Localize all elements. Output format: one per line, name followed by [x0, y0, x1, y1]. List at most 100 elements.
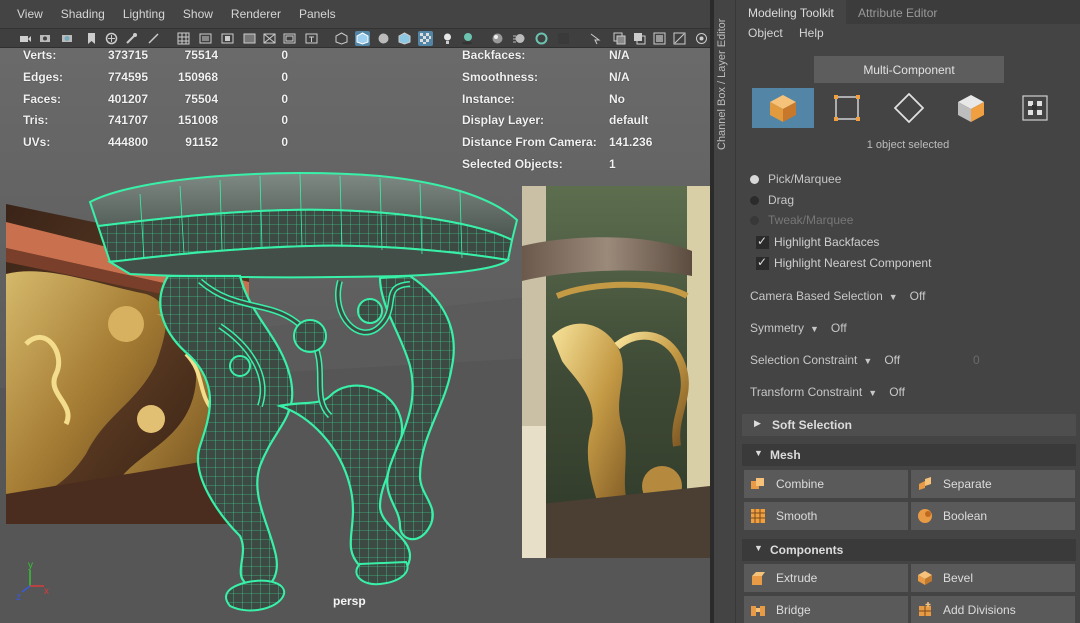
smooth-button[interactable]: Smooth [744, 502, 908, 530]
smooth-shade-icon[interactable] [355, 31, 370, 46]
channel-box-tab-label[interactable]: Channel Box / Layer Editor [716, 19, 728, 150]
extrude-button[interactable]: Extrude [744, 564, 908, 592]
channel-box-strip[interactable]: Channel Box / Layer Editor [714, 0, 736, 623]
film-gate-icon[interactable] [198, 31, 213, 46]
image-plane-icon[interactable] [104, 31, 119, 46]
section-components[interactable]: ▼ Components [742, 539, 1076, 561]
tool-label: Bevel [943, 571, 974, 585]
separate-button[interactable]: Separate [911, 470, 1075, 498]
depth-of-field-icon[interactable] [556, 31, 571, 46]
textured-icon[interactable] [418, 31, 433, 46]
modeling-toolkit-panel: Modeling Toolkit Attribute Editor Object… [736, 0, 1080, 623]
perspective-viewport[interactable]: Verts: Edges: Faces: Tris: UVs: 373715 7… [0, 48, 710, 623]
section-title: Mesh [770, 448, 801, 462]
isolate-select-icon[interactable] [588, 31, 603, 46]
vertex-mode-button[interactable] [816, 88, 878, 128]
field-chart-icon[interactable] [262, 31, 277, 46]
menu-lighting[interactable]: Lighting [123, 7, 165, 21]
face-mode-icon [958, 95, 984, 122]
anti-aliasing-icon[interactable] [534, 31, 549, 46]
radio-label: Pick/Marquee [768, 172, 842, 186]
select-camera-icon[interactable] [18, 31, 33, 46]
screen-space-ao-icon[interactable] [490, 31, 505, 46]
camera-attributes-icon[interactable] [38, 31, 53, 46]
menu-show[interactable]: Show [183, 7, 213, 21]
cameras-2d-pan-icon[interactable] [124, 31, 139, 46]
checkbox-label: Highlight Nearest Component [774, 256, 932, 270]
boolean-button[interactable]: Boolean [911, 502, 1075, 530]
resolution-gate-icon[interactable] [220, 31, 235, 46]
tab-modeling-toolkit[interactable]: Modeling Toolkit [736, 0, 846, 24]
xray-joints-icon[interactable] [652, 31, 667, 46]
add-divisions-button[interactable]: Add Divisions [911, 596, 1075, 623]
section-mesh[interactable]: ▼ Mesh [742, 444, 1076, 466]
menu-panels[interactable]: Panels [299, 7, 336, 21]
menu-shading[interactable]: Shading [61, 7, 105, 21]
menu-help[interactable]: Help [799, 26, 824, 40]
use-all-lights-icon[interactable] [440, 31, 455, 46]
tool-label: Separate [943, 477, 992, 491]
hud-faces-component: 0 [281, 92, 288, 106]
separate-icon [919, 477, 931, 490]
safe-title-icon[interactable] [304, 31, 319, 46]
panel-menubar: Object Help [736, 24, 1080, 44]
xray-icon[interactable] [612, 31, 627, 46]
option-symmetry[interactable]: Symmetry ▼ Off [750, 321, 847, 337]
uv-mode-icon [1022, 95, 1048, 121]
object-mode-icon [770, 95, 796, 122]
edge-mode-button[interactable] [878, 88, 940, 128]
bevel-button[interactable]: Bevel [911, 564, 1075, 592]
axis-y-label: y [28, 560, 33, 571]
hud-edges-selected: 150968 [177, 70, 218, 84]
hud-verts-total: 373715 [107, 48, 148, 62]
multi-component-button[interactable]: Multi-Component [814, 56, 1004, 83]
selection-status: 1 object selected [866, 139, 950, 151]
hud-edges-component: 0 [281, 70, 288, 84]
hud-tris-label: Tris: [23, 113, 49, 127]
safe-action-icon[interactable] [282, 31, 297, 46]
section-soft-selection[interactable]: ▶ Soft Selection [742, 414, 1076, 436]
console-table-mesh[interactable] [80, 116, 525, 623]
gate-mask-icon[interactable] [242, 31, 257, 46]
collapse-arrow-icon: ▼ [754, 448, 763, 458]
xray-active-icon[interactable] [632, 31, 647, 46]
gamma-icon[interactable] [694, 31, 709, 46]
hud-verts-label: Verts: [23, 48, 57, 62]
axis-x-label: x [44, 586, 49, 597]
bridge-icon [751, 606, 765, 616]
hud-edges-label: Edges: [23, 70, 64, 84]
tab-attribute-editor[interactable]: Attribute Editor [846, 0, 949, 24]
motion-blur-icon[interactable] [512, 31, 527, 46]
tool-label: Combine [776, 477, 825, 491]
grease-pencil-icon[interactable] [146, 31, 161, 46]
wireframe-on-shaded-icon[interactable] [397, 31, 412, 46]
exposure-icon[interactable] [672, 31, 687, 46]
radio-indicator [750, 175, 759, 184]
dropdown-arrow-icon: ▼ [888, 292, 898, 302]
default-material-icon[interactable] [376, 31, 391, 46]
bridge-button[interactable]: Bridge [744, 596, 908, 623]
grid-icon[interactable] [176, 31, 191, 46]
menu-object[interactable]: Object [748, 26, 783, 40]
dropdown-arrow-icon: ▼ [868, 388, 878, 398]
viewport-panel[interactable]: View Shading Lighting Show Renderer Pane… [0, 0, 710, 623]
wireframe-shading-icon[interactable] [334, 31, 349, 46]
menu-view[interactable]: View [17, 7, 43, 21]
axis-z-label: z [16, 592, 21, 602]
expand-arrow-icon: ▶ [754, 418, 761, 428]
viewport-toolbar [0, 28, 710, 48]
object-mode-button[interactable] [752, 88, 814, 128]
combine-button[interactable]: Combine [744, 470, 908, 498]
uv-mode-button[interactable] [1004, 88, 1066, 128]
option-camera-based-selection[interactable]: Camera Based Selection ▼ Off [750, 289, 925, 305]
option-selection-constraint[interactable]: Selection Constraint ▼ Off 0 [750, 353, 980, 369]
face-mode-button[interactable] [940, 88, 1002, 128]
reference-image-right[interactable] [522, 186, 710, 558]
bookmark-icon[interactable] [84, 31, 99, 46]
menu-renderer[interactable]: Renderer [231, 7, 281, 21]
camera-bookmark-icon[interactable] [60, 31, 75, 46]
constraint-field[interactable]: 0 [973, 353, 980, 367]
shadows-icon[interactable] [460, 31, 475, 46]
option-transform-constraint[interactable]: Transform Constraint ▼ Off [750, 385, 905, 401]
hud-verts-component: 0 [281, 48, 288, 62]
